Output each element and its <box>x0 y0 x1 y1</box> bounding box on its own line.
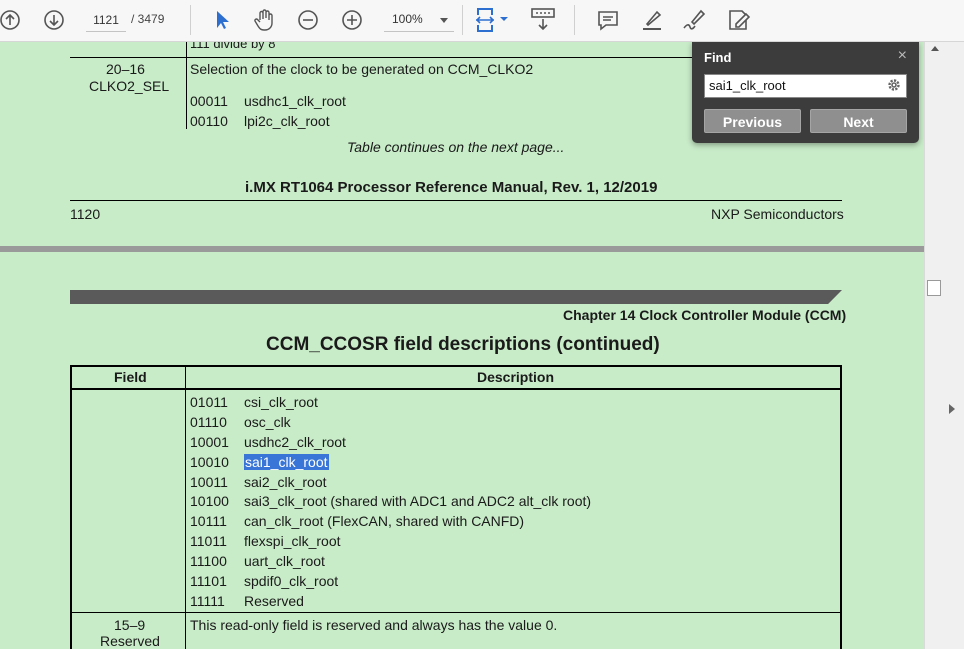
find-panel: Find × sai1_clk_root Previous Next <box>692 42 919 143</box>
chapter-heading: Chapter 14 Clock Controller Module (CCM) <box>563 307 847 323</box>
code-label: flexspi_clk_root <box>244 533 341 549</box>
table-border-right <box>840 365 842 649</box>
find-input[interactable]: sai1_clk_root <box>704 74 907 98</box>
highlight-button[interactable] <box>638 6 666 34</box>
page-separator <box>0 246 924 252</box>
field-desc: This read-only field is reserved and alw… <box>190 617 558 633</box>
code-label: can_clk_root (FlexCAN, shared with CANFD… <box>244 513 525 529</box>
table-divider <box>185 365 186 649</box>
scroll-mode-icon <box>531 8 555 31</box>
code-label: uart_clk_root <box>244 553 325 569</box>
zoom-out-button[interactable] <box>296 6 320 34</box>
edit-button[interactable] <box>724 6 754 34</box>
table-border-left <box>70 365 72 649</box>
fit-page-icon <box>475 8 508 32</box>
chevron-down-icon <box>440 18 448 23</box>
gear-icon <box>888 79 900 91</box>
field-desc: Selection of the clock to be generated o… <box>190 61 534 77</box>
code-value: 00110 <box>190 113 228 129</box>
code-value: 10001 <box>190 434 229 450</box>
code-value: 01011 <box>190 394 228 410</box>
code-label: lpi2c_clk_root <box>244 113 330 129</box>
field-name: CLKO2_SEL <box>89 78 170 94</box>
col-header-description: Description <box>477 369 555 385</box>
code-label: usdhc2_clk_root <box>244 434 346 450</box>
toolbar-divider <box>462 5 463 35</box>
zoom-select[interactable]: 100% <box>384 8 454 32</box>
company-name: NXP Semiconductors <box>711 206 844 222</box>
hand-tool-button[interactable] <box>250 6 278 34</box>
code-label: osc_clk <box>244 414 291 430</box>
document-view[interactable]: 111 divide by 8 20–16 CLKO2_SEL Selectio… <box>0 42 924 649</box>
toolbar-divider <box>574 5 575 35</box>
code-label: sai1_clk_root <box>244 454 329 470</box>
table-rule <box>70 612 842 613</box>
edit-icon <box>729 10 751 30</box>
zoom-in-icon <box>342 10 362 30</box>
zoom-in-button[interactable] <box>340 6 364 34</box>
scroll-up-icon[interactable] <box>931 46 939 51</box>
col-header-field: Field <box>114 369 147 385</box>
code-value: 01110 <box>190 414 227 430</box>
settings-button[interactable] <box>886 77 902 98</box>
highlight-icon <box>643 10 662 30</box>
find-title: Find <box>704 50 732 65</box>
footer-title: i.MX RT1064 Processor Reference Manual, … <box>245 179 658 196</box>
search-highlight: sai1_clk_root <box>244 454 329 470</box>
up-arrow-icon <box>0 10 20 30</box>
code-label: spdif0_clk_root <box>244 573 339 589</box>
code-value: 10111 <box>190 513 227 529</box>
field-name: Reserved <box>100 633 160 649</box>
code-value: 10011 <box>190 474 228 490</box>
code-value: 11011 <box>190 533 227 549</box>
table-continues: Table continues on the next page... <box>347 139 565 155</box>
field-num: 15–9 <box>114 617 146 633</box>
comment-button[interactable] <box>594 6 622 34</box>
hand-icon <box>254 9 273 31</box>
code-label: sai3_clk_root (shared with ADC1 and ADC2… <box>244 493 592 509</box>
field-num: 20–16 <box>106 61 145 77</box>
expand-panel-icon[interactable] <box>949 404 955 414</box>
code-label: usdhc1_clk_root <box>244 93 346 109</box>
table-title: CCM_CCOSR field descriptions (continued) <box>266 334 660 355</box>
chapter-band <box>70 290 842 304</box>
sign-icon <box>683 9 706 30</box>
code-value: 11100 <box>190 553 227 569</box>
close-icon[interactable]: × <box>898 47 907 65</box>
page-total: / 3479 <box>131 12 165 26</box>
toolbar-divider <box>190 5 191 35</box>
table-divider <box>186 42 187 129</box>
code-value: 10100 <box>190 493 229 509</box>
code-value: 10010 <box>190 454 229 470</box>
comment-icon <box>598 11 618 31</box>
sign-button[interactable] <box>680 6 710 34</box>
fit-page-button[interactable] <box>474 6 514 34</box>
next-page-button[interactable] <box>42 6 66 34</box>
page-number-input[interactable]: 1121 <box>86 8 126 32</box>
scrollbar-thumb[interactable] <box>927 280 941 296</box>
vertical-scrollbar[interactable] <box>924 42 964 649</box>
table-cell: 111 divide by 8 <box>190 42 276 51</box>
zoom-out-icon <box>298 10 318 30</box>
select-arrow-icon <box>217 11 229 29</box>
code-label: csi_clk_root <box>244 394 318 410</box>
code-label: sai2_clk_root <box>244 474 327 490</box>
select-tool-button[interactable] <box>208 6 234 34</box>
scroll-mode-button[interactable] <box>528 6 558 34</box>
next-button[interactable]: Next <box>810 109 907 133</box>
footer-rule <box>70 200 842 201</box>
code-label: Reserved <box>244 593 304 609</box>
zoom-value: 100% <box>392 12 423 26</box>
code-value: 00011 <box>190 93 228 109</box>
toolbar: 1121 / 3479 100% <box>0 0 964 42</box>
previous-button[interactable]: Previous <box>704 109 801 133</box>
code-value: 11111 <box>190 593 225 609</box>
code-value: 11101 <box>190 573 227 589</box>
page-number: 1120 <box>70 206 101 222</box>
down-arrow-icon <box>44 10 64 30</box>
previous-page-button[interactable] <box>0 6 22 34</box>
